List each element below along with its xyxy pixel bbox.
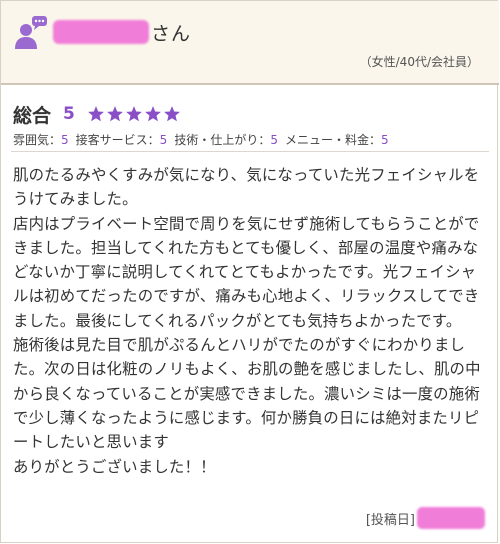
reviewer-name: さん bbox=[53, 17, 191, 47]
sub-ratings: 雰囲気：5 接客サービス：5 技術・仕上がり：5 メニュー・料金：5 bbox=[13, 131, 491, 148]
star-icon bbox=[163, 106, 180, 122]
star-icon bbox=[144, 106, 161, 122]
review-header: さん （女性/40代/会社員） bbox=[1, 1, 499, 85]
user-chat-icon bbox=[15, 16, 47, 49]
sub-rating-score: 5 bbox=[61, 133, 69, 147]
rating-area: 総合 5 雰囲気：5 接客サービス：5 技術・仕上がり：5 メニュー・料金：5 bbox=[13, 101, 491, 148]
overall-rating: 総合 5 bbox=[13, 101, 491, 127]
star-rating bbox=[87, 105, 182, 123]
posted-date: [投稿日] bbox=[366, 507, 485, 529]
redacted-name bbox=[53, 20, 149, 44]
redacted-date bbox=[417, 507, 485, 529]
sub-rating-score: 5 bbox=[159, 133, 168, 147]
review-card: さん （女性/40代/会社員） 総合 5 雰囲気：5 接客サービス：5 技術・仕… bbox=[0, 0, 499, 543]
sub-rating-label: 接客サービス： bbox=[75, 133, 160, 147]
reviewer-profile: （女性/40代/会社員） bbox=[359, 55, 479, 69]
sub-rating-technique: 技術・仕上がり：5 bbox=[174, 131, 278, 148]
sub-rating-service: 接客サービス：5 bbox=[76, 131, 168, 148]
divider bbox=[11, 151, 489, 152]
sub-rating-score: 5 bbox=[270, 133, 278, 147]
overall-score: 5 bbox=[63, 104, 75, 124]
review-paragraph: 肌のたるみやくすみが気になり、気になっていた光フェイシャルをうけてみました。 bbox=[13, 166, 480, 209]
review-body: 肌のたるみやくすみが気になり、気になっていた光フェイシャルをうけてみました。 店… bbox=[13, 163, 489, 479]
posted-label: [投稿日] bbox=[365, 512, 415, 528]
review-paragraph: ありがとうございました！！ bbox=[13, 457, 216, 476]
review-paragraph: 店内はプライベート空間で周りを気にせず施術してもらうことができました。担当してく… bbox=[13, 214, 480, 330]
sub-rating-atmosphere: 雰囲気：5 bbox=[13, 131, 69, 148]
review-paragraph: 施術後は見た目で肌がぷるんとハリがでたのがすぐにわかりました。次の日は化粧のノリ… bbox=[13, 336, 481, 452]
star-icon bbox=[87, 106, 104, 122]
sub-rating-score: 5 bbox=[380, 133, 389, 147]
star-icon bbox=[125, 106, 142, 122]
sub-rating-label: 雰囲気： bbox=[13, 133, 62, 147]
sub-rating-label: メニュー・料金： bbox=[284, 133, 381, 147]
overall-label: 総合 bbox=[13, 104, 52, 127]
name-suffix: さん bbox=[151, 22, 192, 45]
star-icon bbox=[106, 106, 123, 122]
sub-rating-label: 技術・仕上がり： bbox=[174, 133, 271, 147]
sub-rating-price: メニュー・料金：5 bbox=[285, 131, 389, 148]
